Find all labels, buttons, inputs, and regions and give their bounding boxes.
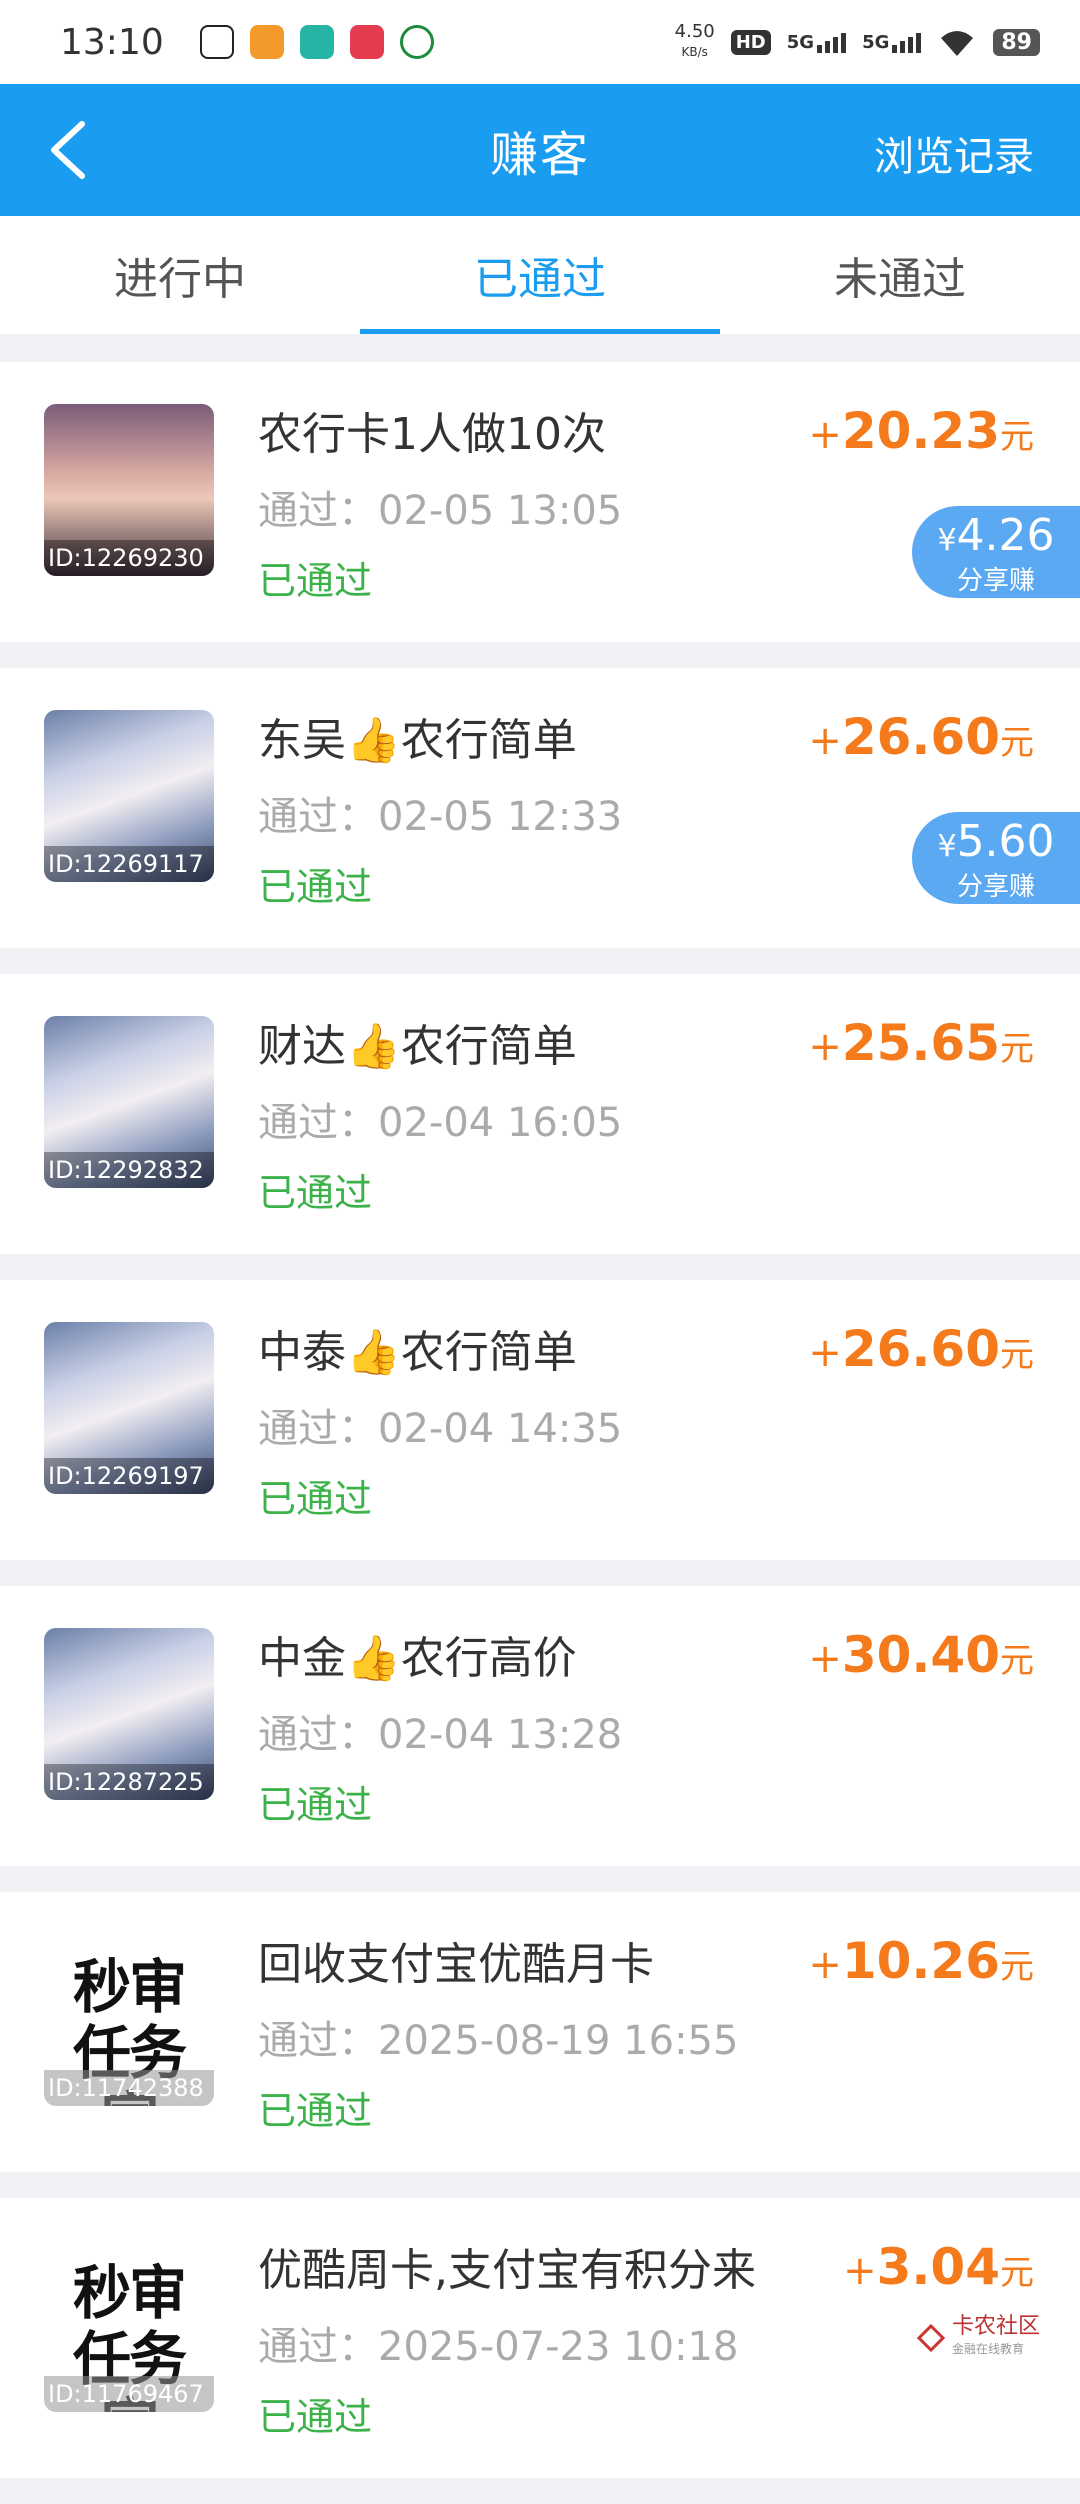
thumbnail-id: ID:12269230 [44, 540, 214, 576]
back-arrow-icon[interactable] [40, 118, 100, 182]
thumbnail-id: ID:12292832 [44, 1152, 214, 1188]
app-icon-orange [249, 25, 284, 59]
status-time: 13:10 [60, 21, 164, 63]
signal-icon-1: 5G [787, 32, 847, 53]
reward-amount: +3.04元 [843, 2238, 1034, 2296]
status-bar: 13:10 4.50 KB/s HD 5G 5G 89 [0, 0, 1080, 84]
status-badge: 已通过 [258, 559, 373, 603]
task-thumbnail: 秒审任务官 ID:11769467 [44, 2240, 214, 2412]
task-thumbnail: ID:12269197 [44, 1322, 214, 1494]
watermark-name: 卡农社区 [951, 2314, 1040, 2339]
reward-amount: +10.26元 [808, 1932, 1034, 1990]
task-thumbnail: ID:12292832 [44, 1016, 214, 1188]
thumbnail-id: ID:12287225 [44, 1764, 214, 1800]
list-item[interactable]: ID:12292832 财达👍农行简单 通过：02-04 16:05 已通过 +… [0, 974, 1080, 1254]
network-speed: 4.50 KB/s [674, 21, 715, 60]
wifi-icon [941, 31, 974, 56]
pass-time: 通过：2025-08-19 16:55 [258, 2018, 739, 2064]
status-badge: 已通过 [258, 865, 373, 909]
browse-history-button[interactable]: 浏览记录 [874, 124, 1034, 182]
task-title: 东吴👍农行简单 [258, 715, 577, 766]
thumbnail-id: ID:11742388 [44, 2070, 214, 2106]
pass-time: 通过：02-04 14:35 [258, 1406, 623, 1452]
reward-amount: +30.40元 [808, 1626, 1034, 1684]
battery-icon: 89 [993, 28, 1040, 56]
watermark-sub: 金融在线教育 [951, 2342, 1024, 2356]
reward-amount: +20.23元 [808, 402, 1034, 460]
tab-passed[interactable]: 已通过 [360, 216, 720, 334]
status-badge: 已通过 [258, 2395, 373, 2439]
app-header: 赚客 浏览记录 [0, 84, 1080, 216]
task-thumbnail: ID:12269230 [44, 404, 214, 576]
pass-time: 通过：02-05 12:33 [258, 794, 623, 840]
task-title: 中泰👍农行简单 [258, 1327, 577, 1378]
status-badge: 已通过 [258, 1171, 373, 1215]
list-item[interactable]: ID:12269230 农行卡1人做10次 通过：02-05 13:05 已通过… [0, 362, 1080, 642]
app-icon-red [349, 25, 384, 59]
task-title: 优酷周卡,支付宝有积分来 [258, 2245, 756, 2296]
hd-icon: HD [730, 29, 771, 55]
signal-icon-2: 5G [862, 32, 922, 53]
tab-in-progress[interactable]: 进行中 [0, 216, 360, 334]
tab-rejected[interactable]: 未通过 [720, 216, 1080, 334]
thumbnail-id: ID:12269197 [44, 1458, 214, 1494]
list-item[interactable]: 秒审任务官 ID:11742388 回收支付宝优酷月卡 通过：2025-08-1… [0, 1892, 1080, 2172]
status-badge: 已通过 [258, 1477, 373, 1521]
thumbnail-id: ID:11769467 [44, 2376, 214, 2412]
task-title: 回收支付宝优酷月卡 [258, 1939, 654, 1990]
share-earn-button[interactable]: ¥4.26 分享赚 [912, 506, 1080, 598]
list-item[interactable]: ID:12269117 东吴👍农行简单 通过：02-05 12:33 已通过 +… [0, 668, 1080, 948]
pass-time: 通过：02-05 13:05 [258, 488, 623, 534]
reward-amount: +25.65元 [808, 1014, 1034, 1072]
pass-time: 通过：2025-07-23 10:18 [258, 2324, 739, 2370]
task-thumbnail: ID:12269117 [44, 710, 214, 882]
status-badge: 已通过 [258, 1783, 373, 1827]
task-thumbnail: ID:12287225 [44, 1628, 214, 1800]
tiktok-app-icon [199, 25, 234, 59]
kanong-logo-icon [916, 2323, 946, 2353]
status-tabs: 进行中 已通过 未通过 [0, 216, 1080, 334]
task-title: 农行卡1人做10次 [258, 409, 606, 460]
task-list: ID:12269230 农行卡1人做10次 通过：02-05 13:05 已通过… [0, 362, 1080, 2504]
reward-amount: +26.60元 [808, 1320, 1034, 1378]
reward-amount: +26.60元 [808, 708, 1034, 766]
app-icon-teal [299, 25, 334, 59]
app-icon-green [399, 25, 434, 59]
task-thumbnail: 秒审任务官 ID:11742388 [44, 1934, 214, 2106]
pass-time: 通过：02-04 13:28 [258, 1712, 623, 1758]
watermark: 卡农社区 金融在线教育 [916, 2316, 1040, 2360]
page-title: 赚客 [489, 127, 590, 183]
task-title: 财达👍农行简单 [258, 1021, 577, 1072]
thumbnail-id: ID:12269117 [44, 846, 214, 882]
task-title: 中金👍农行高价 [258, 1633, 577, 1684]
list-item[interactable]: ID:12269197 中泰👍农行简单 通过：02-04 14:35 已通过 +… [0, 1280, 1080, 1560]
pass-time: 通过：02-04 16:05 [258, 1100, 623, 1146]
list-item[interactable]: ID:12287225 中金👍农行高价 通过：02-04 13:28 已通过 +… [0, 1586, 1080, 1866]
status-badge: 已通过 [258, 2089, 373, 2133]
share-earn-button[interactable]: ¥5.60 分享赚 [912, 812, 1080, 904]
